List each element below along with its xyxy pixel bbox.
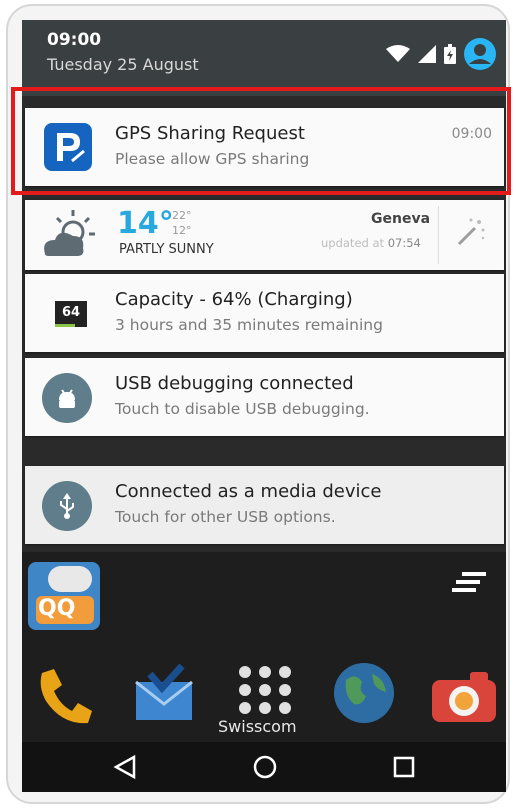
battery-message: 3 hours and 35 minutes remaining — [115, 316, 383, 334]
usb-icon — [42, 481, 92, 531]
status-time: 09:00 — [47, 30, 102, 50]
highlight-box — [11, 87, 511, 195]
status-icons — [386, 38, 496, 70]
battery-level-text: 64 — [61, 305, 81, 320]
status-date: Tuesday 25 August — [47, 55, 199, 74]
recent-apps-icon[interactable] — [391, 754, 417, 780]
media-device-title: Connected as a media device — [115, 481, 382, 502]
home-icon[interactable] — [251, 753, 279, 781]
battery-charging-icon — [444, 44, 456, 64]
qq-app-icon[interactable]: QQ — [28, 562, 100, 630]
home-screen: QQ — [22, 552, 506, 742]
weather-temperature: 14° — [117, 206, 174, 241]
signal-icon — [418, 45, 436, 63]
swisscom-folder-label: Swisscom — [218, 717, 297, 736]
wifi-icon — [386, 45, 410, 62]
android-icon — [42, 373, 92, 423]
app-drawer-icon[interactable] — [235, 664, 295, 720]
weather-notification[interactable]: 14° 22° 12° PARTLY SUNNY Geneva updated … — [25, 200, 504, 270]
weather-city: Geneva — [371, 211, 431, 227]
media-device-notification[interactable]: Connected as a media device Touch for ot… — [25, 466, 504, 544]
battery-notification[interactable]: 64 Capacity - 64% (Charging) 3 hours and… — [25, 274, 504, 352]
camera-icon[interactable] — [430, 670, 498, 724]
usb-debugging-message: Touch to disable USB debugging. — [115, 400, 370, 418]
usb-debugging-notification[interactable]: USB debugging connected Touch to disable… — [25, 358, 504, 436]
battery-title: Capacity - 64% (Charging) — [115, 289, 353, 310]
user-avatar-icon[interactable] — [464, 38, 496, 70]
magic-wand-icon[interactable] — [453, 216, 487, 250]
partly-sunny-icon — [44, 210, 95, 256]
menu-lines-icon[interactable] — [452, 570, 488, 594]
back-icon[interactable] — [112, 754, 138, 780]
weather-updated-prefix: updated at — [321, 236, 388, 250]
weather-updated-time: 07:54 — [387, 236, 421, 250]
phone-icon[interactable] — [32, 667, 96, 727]
weather-divider — [438, 206, 439, 264]
battery-level-badge: 64 — [55, 301, 87, 327]
battery-level-bar — [55, 324, 75, 327]
navigation-bar — [22, 742, 506, 792]
media-device-message: Touch for other USB options. — [115, 508, 336, 526]
weather-low: 12° — [172, 224, 192, 237]
globe-browser-icon[interactable] — [332, 662, 396, 724]
status-bar: 09:00 Tuesday 25 August — [22, 20, 506, 96]
weather-condition: PARTLY SUNNY — [119, 242, 214, 257]
usb-debugging-title: USB debugging connected — [115, 373, 354, 394]
weather-updated: updated at 07:54 — [321, 236, 421, 250]
inbox-mail-icon[interactable] — [132, 664, 196, 724]
weather-high: 22° — [172, 209, 192, 222]
